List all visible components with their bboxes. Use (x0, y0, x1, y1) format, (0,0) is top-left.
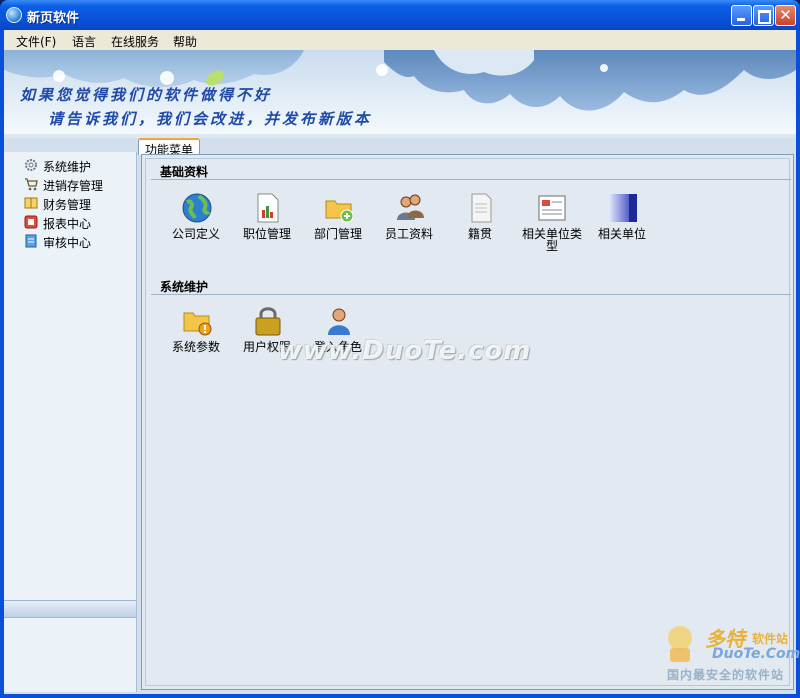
menu-bar: 文件(F) 语言 在线服务 帮助 (4, 30, 796, 50)
minimize-icon (732, 6, 751, 25)
minimize-button[interactable] (731, 5, 752, 26)
main-area: 系统维护 进销存管理 财务管理 报表中心 审核中心 功能菜单 基础资料 公司定义… (4, 138, 796, 694)
cart-icon (25, 178, 38, 191)
banner-slogan-2: 请告诉我们，我们会改进，并发布新版本 (48, 110, 373, 128)
lock-icon (255, 307, 281, 336)
tab-function-menu[interactable]: 功能菜单 (138, 138, 200, 157)
sidebar-splitter[interactable] (4, 600, 136, 618)
sidebar-item-label: 报表中心 (43, 217, 92, 231)
func-label: 相关单位类型 (522, 227, 583, 253)
section-divider (151, 294, 791, 295)
sidebar-item-label: 进销存管理 (43, 179, 104, 193)
sidebar-item-label: 财务管理 (43, 198, 92, 212)
func-label: 部门管理 (313, 227, 362, 241)
user-icon (328, 308, 350, 335)
close-icon: ✕ (779, 6, 792, 24)
banner: 如果您觉得我们的软件做得不好 请告诉我们，我们会改进，并发布新版本 (4, 50, 796, 138)
section-divider (151, 179, 791, 180)
bars-icon (609, 194, 637, 222)
globe-icon (182, 193, 212, 223)
func-label: 公司定义 (171, 227, 220, 241)
func-label: 职位管理 (242, 227, 291, 241)
users-icon (397, 194, 424, 220)
gear-icon (25, 159, 37, 171)
func-label: 系统参数 (171, 340, 220, 354)
form-icon (538, 195, 566, 221)
menu-file[interactable]: 文件(F) (16, 33, 56, 50)
watermark-center: www.DuoTe.com (278, 336, 532, 366)
banner-slogan-1: 如果您觉得我们的软件做得不好 (20, 86, 273, 104)
menu-help[interactable]: 帮助 (173, 33, 197, 50)
sidebar-item-label: 系统维护 (43, 160, 92, 174)
title-bar[interactable]: 新页软件 ✕ (0, 0, 800, 30)
section-title-basic-data: 基础资料 (160, 165, 209, 179)
book-icon (24, 197, 38, 209)
chart-doc-icon (257, 193, 279, 223)
document-icon (471, 193, 492, 223)
menu-online-service[interactable]: 在线服务 (111, 33, 159, 50)
section-title-system-maintenance: 系统维护 (160, 280, 209, 294)
watermark-brand-sub: 软件站 (752, 632, 789, 646)
func-label: 相关单位 (597, 227, 646, 241)
sidebar-item-label: 审核中心 (43, 236, 92, 250)
folder-add-icon (325, 200, 354, 223)
maximize-button[interactable] (753, 5, 774, 26)
menu-language[interactable]: 语言 (72, 33, 96, 50)
folder-settings-icon (183, 312, 212, 336)
func-label: 籍贯 (467, 227, 492, 241)
close-button[interactable]: ✕ (775, 5, 796, 26)
maximize-icon (754, 6, 773, 25)
watermark-site: DuoTe.Com (712, 646, 800, 662)
app-icon[interactable] (6, 7, 22, 23)
watermark-slogan: 国内最安全的软件站 (667, 668, 785, 682)
app-window: 新页软件 ✕ 文件(F) 语言 在线服务 帮助 如果您觉得我们的软件做得不好 请… (0, 0, 800, 698)
func-label: 员工资料 (384, 227, 433, 241)
function-panel: 基础资料 公司定义 职位管理 部门管理 员工资料 籍贯 相关单位类型 相关单位 … (141, 154, 794, 690)
audit-icon (25, 234, 37, 248)
sidebar: 系统维护 进销存管理 财务管理 报表中心 审核中心 (4, 152, 137, 692)
report-icon (24, 215, 38, 229)
function-panel-inner: 基础资料 公司定义 职位管理 部门管理 员工资料 籍贯 相关单位类型 相关单位 … (145, 158, 791, 686)
window-title: 新页软件 (27, 11, 80, 26)
